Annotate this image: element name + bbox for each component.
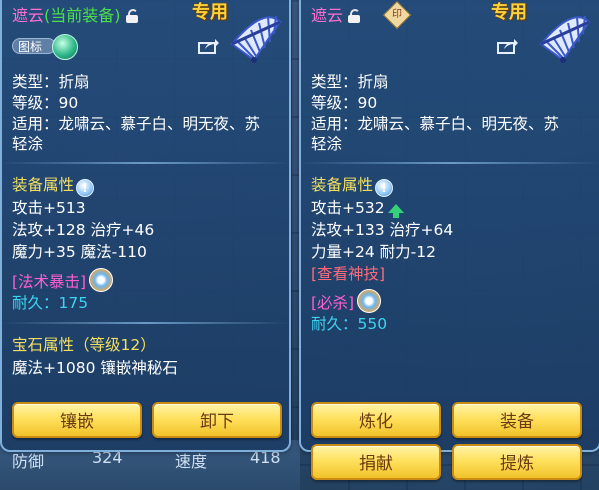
attr-header: 装备属性! xyxy=(311,175,394,197)
stat-mana: 魔力+35 魔法-110 xyxy=(12,243,147,261)
skill-swirl-icon xyxy=(89,268,114,292)
stat-attack: 攻击+513 xyxy=(12,199,86,217)
attr-header-label: 装备属性 xyxy=(12,176,75,194)
fan-weapon-icon xyxy=(230,15,282,63)
skill-label[interactable]: [法术暴击] xyxy=(12,273,86,291)
skill-swirl-icon xyxy=(357,289,382,313)
compare-item-tooltip: 遮云 印 专用 类型：折扇 等级：90 适用：龙啸云、慕子白、明无夜、苏 轻涂 … xyxy=(299,0,599,480)
usable-by-line: 适用：龙啸云、慕子白、明无夜、苏 xyxy=(12,115,261,133)
item-name: 遮云 xyxy=(311,6,344,25)
seal-icon: 印 xyxy=(382,0,412,30)
durability: 耐久：550 xyxy=(311,315,388,333)
stat-magic-attack: 法攻+128 治疗+46 xyxy=(12,221,155,239)
gem-stat: 魔法+1080 镶嵌神秘石 xyxy=(12,359,178,377)
exclusive-label: 专用 xyxy=(491,2,527,23)
divider xyxy=(2,322,289,324)
icon-toggle-label: 图标 xyxy=(12,38,56,54)
info-icon[interactable]: ! xyxy=(375,179,394,197)
skill-line: [必杀] xyxy=(311,289,382,313)
usable-by-line-2: 轻涂 xyxy=(12,135,44,153)
info-icon[interactable]: ! xyxy=(76,179,95,197)
exclusive-label: 专用 xyxy=(192,2,228,23)
durability: 耐久：175 xyxy=(12,294,89,312)
item-name: 遮云 xyxy=(12,6,45,25)
icon-toggle[interactable]: 图标 xyxy=(12,34,78,60)
divider xyxy=(301,162,599,164)
attr-header: 装备属性! xyxy=(12,175,95,197)
skill-label[interactable]: [必杀] xyxy=(311,294,354,312)
current-equipped-tag: (当前装备) xyxy=(44,6,121,25)
orb-icon xyxy=(52,34,78,60)
refine-button[interactable]: 炼化 xyxy=(311,402,441,438)
equip-button[interactable]: 装备 xyxy=(452,402,582,438)
stat-strength: 力量+24 耐力-12 xyxy=(311,243,436,261)
attr-header-label: 装备属性 xyxy=(311,176,374,194)
skill-line: [法术暴击] xyxy=(12,268,114,292)
usable-by-line-2: 轻涂 xyxy=(311,135,343,153)
item-title: 遮云(当前装备) xyxy=(12,2,138,26)
stat-magic-attack: 法攻+133 治疗+64 xyxy=(311,221,454,239)
extract-button[interactable]: 提炼 xyxy=(452,444,582,480)
level-line: 等级：90 xyxy=(12,94,79,112)
lock-icon[interactable] xyxy=(125,9,138,23)
stat-attack: 攻击+532 xyxy=(311,198,404,218)
type-line: 类型：折扇 xyxy=(311,73,389,91)
share-icon[interactable] xyxy=(198,38,220,54)
inlay-button[interactable]: 镶嵌 xyxy=(12,402,142,438)
share-icon[interactable] xyxy=(497,38,519,54)
donate-button[interactable]: 捐献 xyxy=(311,444,441,480)
fan-weapon-icon xyxy=(539,15,591,63)
stat-attack-text: 攻击+532 xyxy=(311,199,385,217)
unlock-icon[interactable] xyxy=(348,9,361,23)
unequip-button[interactable]: 卸下 xyxy=(152,402,282,438)
divider xyxy=(2,162,289,164)
usable-by-line: 适用：龙啸云、慕子白、明无夜、苏 xyxy=(311,115,560,133)
equipped-item-tooltip: 遮云(当前装备) 专用 图标 类型：折扇 等级：90 适用：龙啸云、慕子白、明无… xyxy=(0,0,291,452)
gem-header: 宝石属性（等级12） xyxy=(12,336,156,354)
type-line: 类型：折扇 xyxy=(12,73,90,91)
view-divine-skill-link[interactable]: [查看神技] xyxy=(311,264,385,284)
arrow-up-icon xyxy=(387,204,404,218)
level-line: 等级：90 xyxy=(311,94,378,112)
item-title: 遮云 xyxy=(311,2,361,26)
